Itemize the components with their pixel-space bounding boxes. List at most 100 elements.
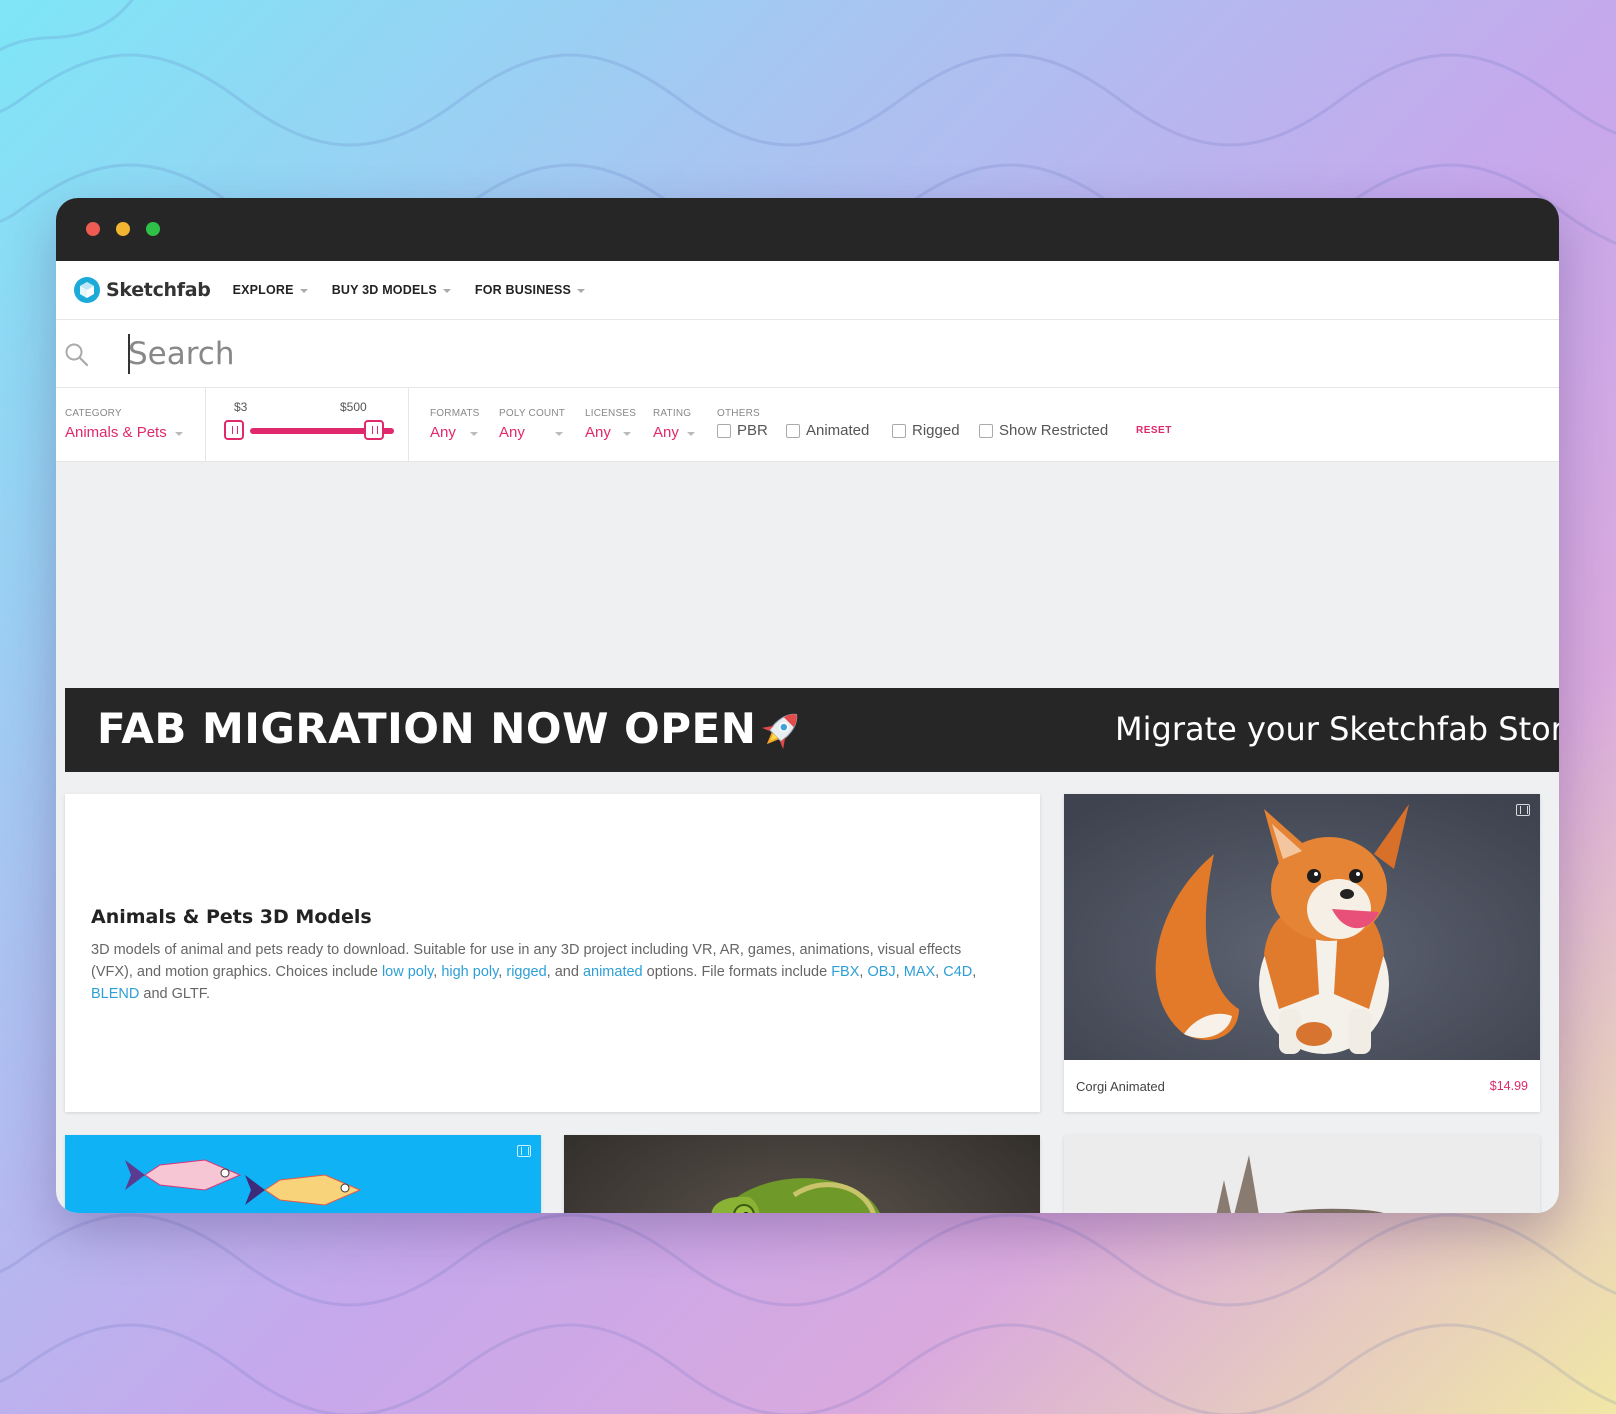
pbr-checkbox[interactable]: PBR <box>717 422 768 439</box>
licenses-filter[interactable]: LICENSES Any <box>585 388 645 462</box>
fab-migration-banner[interactable]: FAB MIGRATION NOW OPEN Migrate your Sket… <box>65 688 1559 772</box>
pbr-label: PBR <box>737 422 768 439</box>
description-text: and GLTF. <box>139 986 211 1002</box>
close-window-button[interactable] <box>86 222 100 236</box>
divider <box>205 388 206 462</box>
description-sep: , and <box>546 964 583 980</box>
animated-link[interactable]: animated <box>583 964 643 980</box>
browser-window: Sketchfab EXPLORE BUY 3D MODELS FOR BUSI… <box>56 198 1559 1213</box>
logo-text: Sketchfab <box>106 279 211 301</box>
poly-count-label: POLY COUNT <box>499 408 566 419</box>
nav-for-business[interactable]: FOR BUSINESS <box>474 283 586 297</box>
divider <box>408 388 409 462</box>
fbx-link[interactable]: FBX <box>831 964 859 980</box>
price-max-label: $500 <box>340 400 367 414</box>
search-input[interactable] <box>128 330 1528 378</box>
checkbox-box[interactable] <box>786 423 800 438</box>
category-dropdown[interactable]: Animals & Pets <box>65 424 183 441</box>
chevron-down-icon <box>174 431 183 436</box>
low-poly-link[interactable]: low poly <box>382 964 433 980</box>
chevron-down-icon <box>299 289 308 293</box>
maximize-window-button[interactable] <box>146 222 160 236</box>
category-label: CATEGORY <box>65 408 122 419</box>
category-filter[interactable]: CATEGORY Animals & Pets <box>65 388 205 462</box>
show-restricted-label: Show Restricted <box>999 422 1109 439</box>
licenses-dropdown[interactable]: Any <box>585 424 631 441</box>
rigged-checkbox[interactable]: Rigged <box>892 422 960 439</box>
poly-count-dropdown[interactable]: Any <box>499 424 563 441</box>
rigged-label: Rigged <box>912 422 960 439</box>
model-price: $14.99 <box>1489 1079 1528 1093</box>
checkbox-box[interactable] <box>717 423 731 438</box>
rocket-icon <box>761 713 798 750</box>
checkbox-box[interactable] <box>979 423 993 438</box>
sketchfab-logo[interactable]: Sketchfab <box>74 277 211 303</box>
chevron-down-icon <box>622 431 631 436</box>
poly-count-filter[interactable]: POLY COUNT Any <box>499 388 579 462</box>
model-card[interactable] <box>1064 1135 1540 1213</box>
animated-label: Animated <box>806 422 870 439</box>
model-thumbnail[interactable] <box>564 1135 1040 1213</box>
model-card[interactable]: Corgi Animated $14.99 <box>1064 794 1540 1112</box>
reset-filters-button[interactable]: RESET <box>1136 425 1172 436</box>
chevron-down-icon <box>469 431 478 436</box>
rating-value: Any <box>653 424 679 441</box>
licenses-label: LICENSES <box>585 408 637 419</box>
rating-dropdown[interactable]: Any <box>653 424 695 441</box>
formats-filter[interactable]: FORMATS Any <box>430 388 490 462</box>
category-description: 3D models of animal and pets ready to do… <box>91 939 991 1005</box>
animated-badge-icon <box>517 1145 531 1157</box>
rating-label: RATING <box>653 408 692 419</box>
poly-count-value: Any <box>499 424 525 441</box>
top-navigation: Sketchfab EXPLORE BUY 3D MODELS FOR BUSI… <box>56 261 1559 320</box>
others-label: OTHERS <box>717 408 760 419</box>
nav-buy-3d-models[interactable]: BUY 3D MODELS <box>332 283 451 297</box>
filter-bar: CATEGORY Animals & Pets $3 $500 FORMATS … <box>56 388 1559 462</box>
nav-explore-label: EXPLORE <box>232 283 294 297</box>
formats-label: FORMATS <box>430 408 480 419</box>
rating-filter[interactable]: RATING Any <box>653 388 708 462</box>
animated-checkbox[interactable]: Animated <box>786 422 869 439</box>
max-link[interactable]: MAX <box>904 964 935 980</box>
price-slider-min-handle[interactable] <box>224 420 244 440</box>
blend-link[interactable]: BLEND <box>91 986 139 1002</box>
category-title: Animals & Pets 3D Models <box>91 906 372 928</box>
checkbox-box[interactable] <box>892 423 906 438</box>
model-thumbnail[interactable] <box>1064 1135 1540 1213</box>
formats-value: Any <box>430 424 456 441</box>
model-thumbnail[interactable] <box>1064 794 1540 1060</box>
description-text: options. File formats include <box>642 964 832 980</box>
nav-business-label: FOR BUSINESS <box>474 283 572 297</box>
sketchfab-logo-icon <box>74 277 100 303</box>
rigged-link[interactable]: rigged <box>506 964 546 980</box>
chevron-down-icon <box>577 289 586 293</box>
licenses-value: Any <box>585 424 611 441</box>
price-slider-max-handle[interactable] <box>364 420 384 440</box>
chevron-down-icon <box>686 431 695 436</box>
category-intro-card: Animals & Pets 3D Models 3D models of an… <box>65 794 1040 1112</box>
high-poly-link[interactable]: high poly <box>441 964 498 980</box>
description-sep: , <box>972 964 977 980</box>
chevron-down-icon <box>554 431 563 436</box>
chevron-down-icon <box>442 289 451 293</box>
search-bar <box>56 320 1559 388</box>
model-card[interactable] <box>65 1135 541 1213</box>
model-thumbnail[interactable] <box>65 1135 541 1213</box>
obj-link[interactable]: OBJ <box>867 964 895 980</box>
description-sep: , <box>895 964 904 980</box>
minimize-window-button[interactable] <box>116 222 130 236</box>
nav-explore[interactable]: EXPLORE <box>233 283 308 297</box>
model-name[interactable]: Corgi Animated <box>1076 1079 1165 1094</box>
price-min-label: $3 <box>234 400 248 414</box>
animated-badge-icon <box>1516 804 1530 816</box>
description-sep: , <box>935 964 944 980</box>
banner-subtitle: Migrate your Sketchfab Store Ass <box>1115 710 1559 748</box>
c4d-link[interactable]: C4D <box>943 964 972 980</box>
window-titlebar <box>56 198 1559 261</box>
model-card[interactable] <box>564 1135 1040 1213</box>
others-filter: OTHERS PBR Animated Rigged Show Restrict… <box>717 388 1237 462</box>
formats-dropdown[interactable]: Any <box>430 424 478 441</box>
category-value: Animals & Pets <box>65 424 167 441</box>
model-card-footer: Corgi Animated $14.99 <box>1064 1060 1540 1112</box>
show-restricted-checkbox[interactable]: Show Restricted <box>979 422 1108 439</box>
